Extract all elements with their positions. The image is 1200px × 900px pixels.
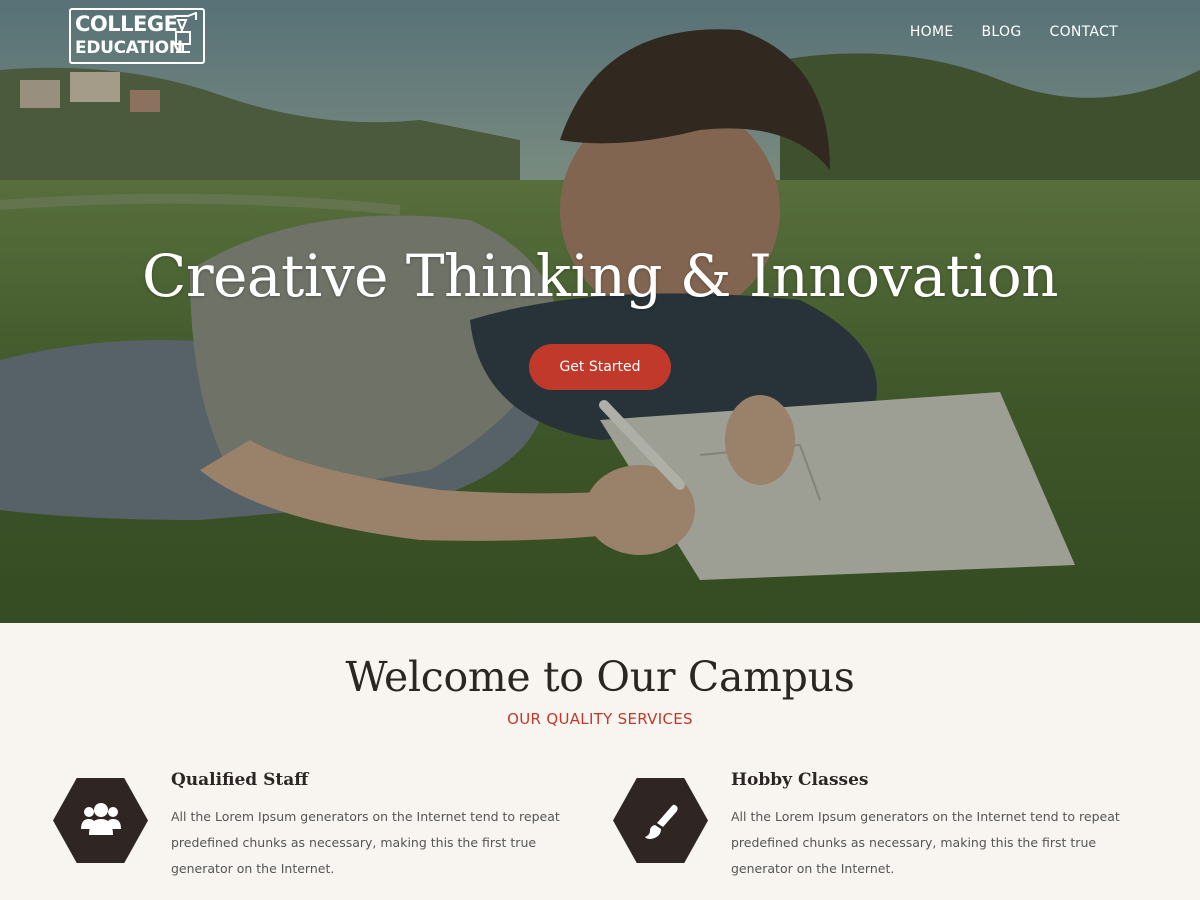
logo-line2: EDUCATION bbox=[75, 38, 183, 58]
welcome-section: Welcome to Our Campus OUR QUALITY SERVIC… bbox=[0, 623, 1200, 900]
get-started-button[interactable]: Get Started bbox=[529, 344, 671, 390]
feature-qualified-staff: Qualified Staff All the Lorem Ipsum gene… bbox=[53, 770, 593, 890]
welcome-subtitle: OUR QUALITY SERVICES bbox=[507, 710, 693, 728]
hero-title: Creative Thinking & Innovation bbox=[141, 242, 1059, 310]
feature-title: Hobby Classes bbox=[731, 770, 869, 790]
main-nav: HOME BLOG CONTACT bbox=[910, 24, 1118, 40]
logo[interactable]: COLLEGE EDUCATION bbox=[69, 8, 205, 64]
nav-home[interactable]: HOME bbox=[910, 24, 954, 40]
hero-overlay bbox=[0, 0, 1200, 623]
nav-contact[interactable]: CONTACT bbox=[1050, 24, 1119, 40]
feature-text: All the Lorem Ipsum generators on the In… bbox=[731, 809, 1120, 876]
welcome-title: Welcome to Our Campus bbox=[345, 653, 855, 701]
nav-blog[interactable]: BLOG bbox=[982, 24, 1022, 40]
users-icon bbox=[53, 778, 148, 863]
paintbrush-icon bbox=[613, 778, 708, 863]
logo-line1: COLLEGE bbox=[75, 12, 178, 36]
feature-text: All the Lorem Ipsum generators on the In… bbox=[171, 809, 560, 876]
graduation-mark-icon bbox=[174, 12, 197, 53]
header: COLLEGE EDUCATION HOME BLOG CONTACT bbox=[0, 0, 1200, 80]
feature-title: Qualified Staff bbox=[171, 770, 309, 790]
hero-section: COLLEGE EDUCATION HOME BLOG CONTACT Crea… bbox=[0, 0, 1200, 623]
feature-hobby-classes: Hobby Classes All the Lorem Ipsum genera… bbox=[613, 770, 1153, 890]
